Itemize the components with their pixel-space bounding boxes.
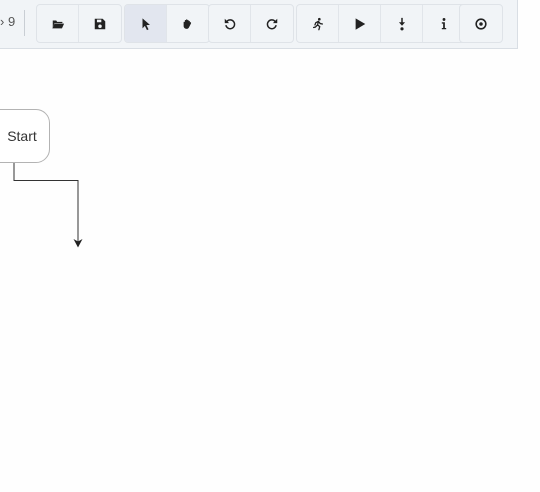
settings-group	[459, 4, 503, 43]
hand-icon	[183, 18, 192, 29]
run-button[interactable]	[297, 5, 339, 42]
zoom-counter: › 9	[0, 14, 16, 29]
tool-group	[124, 4, 210, 43]
redo-button[interactable]	[251, 5, 293, 42]
edge-layer	[13, 114, 83, 248]
step-into-button[interactable]	[381, 5, 423, 42]
undo-button[interactable]	[209, 5, 251, 42]
run-icon	[312, 17, 323, 30]
settings-button[interactable]	[460, 5, 502, 42]
settings-icon	[475, 17, 487, 30]
pointer-tool-button[interactable]	[125, 5, 167, 42]
toolbar-divider	[24, 10, 25, 36]
diagram-canvas[interactable]: Start	[0, 50, 540, 492]
run-group	[296, 4, 466, 43]
toolbar: › 9	[0, 0, 518, 49]
file-group	[36, 4, 122, 43]
info-icon	[441, 17, 447, 29]
save-button[interactable]	[79, 5, 121, 42]
hand-tool-button[interactable]	[167, 5, 209, 42]
start-node-label: Start	[7, 128, 37, 144]
save-icon	[94, 18, 106, 29]
folder-open-icon	[51, 20, 64, 28]
history-group	[208, 4, 294, 43]
play-button[interactable]	[339, 5, 381, 42]
play-icon	[355, 17, 365, 30]
open-button[interactable]	[37, 5, 79, 42]
redo-icon	[266, 18, 278, 29]
step-into-icon	[398, 17, 405, 30]
undo-icon	[224, 18, 235, 29]
start-node[interactable]: Start	[0, 109, 50, 163]
pointer-icon	[142, 17, 150, 30]
